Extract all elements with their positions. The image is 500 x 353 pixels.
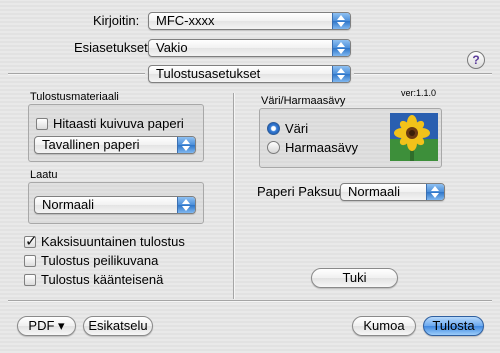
reverse-label: Tulostus käänteisenä: [41, 272, 164, 287]
checkbox-box[interactable]: [36, 117, 48, 130]
sunflower-preview-image: [390, 113, 438, 161]
preview-button[interactable]: Esikatselu: [83, 316, 153, 336]
cancel-button[interactable]: Kumoa: [352, 316, 416, 336]
printer-label: Kirjoitin:: [93, 13, 140, 28]
paper-thickness-value: Normaali: [348, 184, 401, 199]
media-group-label: Tulostusmateriaali: [30, 91, 119, 103]
print-button[interactable]: Tulosta: [423, 316, 484, 336]
checkbox-box[interactable]: [24, 254, 36, 267]
popup-arrows-icon: [332, 40, 350, 56]
reverse-checkbox[interactable]: Tulostus käänteisenä: [24, 272, 163, 287]
grayscale-radio[interactable]: Harmaasävy: [267, 140, 358, 155]
mirror-label: Tulostus peilikuvana: [41, 253, 159, 268]
radio-dot[interactable]: [267, 122, 280, 135]
presets-label: Esiasetukset:: [74, 40, 152, 55]
printer-popup[interactable]: MFC-xxxx: [148, 12, 351, 30]
vertical-divider: [233, 93, 235, 299]
popup-arrows-icon: [426, 184, 444, 200]
color-radio-label: Väri: [285, 121, 309, 136]
color-radio[interactable]: Väri: [267, 121, 308, 136]
mirror-checkbox[interactable]: Tulostus peilikuvana: [24, 253, 158, 268]
checkbox-box[interactable]: [24, 232, 38, 250]
checkbox-box[interactable]: [24, 273, 36, 286]
separator-right: [354, 73, 492, 75]
color-group-label: Väri/Harmaasävy: [261, 95, 346, 107]
paper-thickness-label: Paperi Paksuus:: [257, 184, 352, 199]
popup-arrows-icon: [332, 66, 350, 82]
slow-drying-checkbox[interactable]: Hitaasti kuivuva paperi: [36, 116, 184, 131]
popup-arrows-icon: [177, 137, 195, 153]
quality-value: Normaali: [42, 197, 95, 212]
media-type-value: Tavallinen paperi: [42, 137, 140, 152]
paper-thickness-popup[interactable]: Normaali: [340, 183, 445, 201]
radio-dot[interactable]: [267, 141, 280, 154]
separator-left: [8, 73, 145, 75]
help-icon: ?: [472, 53, 480, 67]
version-label: ver:1.1.0: [401, 88, 437, 98]
printer-popup-value: MFC-xxxx: [156, 13, 215, 28]
section-popup-value: Tulostusasetukset: [156, 66, 261, 81]
section-popup[interactable]: Tulostusasetukset: [148, 65, 351, 83]
bidirectional-label: Kaksisuuntainen tulostus: [41, 234, 185, 249]
popup-arrows-icon: [332, 13, 350, 29]
slow-drying-label: Hitaasti kuivuva paperi: [53, 116, 184, 131]
grayscale-radio-label: Harmaasävy: [285, 140, 358, 155]
presets-popup[interactable]: Vakio: [148, 39, 351, 57]
bottom-separator: [8, 300, 492, 302]
quality-popup[interactable]: Normaali: [34, 196, 196, 214]
popup-arrows-icon: [177, 197, 195, 213]
media-type-popup[interactable]: Tavallinen paperi: [34, 136, 196, 154]
pdf-button[interactable]: PDF ▾: [17, 316, 76, 336]
help-button[interactable]: ?: [467, 51, 485, 69]
presets-popup-value: Vakio: [156, 40, 188, 55]
support-button[interactable]: Tuki: [311, 268, 398, 288]
bidirectional-checkbox[interactable]: Kaksisuuntainen tulostus: [24, 232, 185, 250]
quality-group-label: Laatu: [30, 169, 58, 181]
